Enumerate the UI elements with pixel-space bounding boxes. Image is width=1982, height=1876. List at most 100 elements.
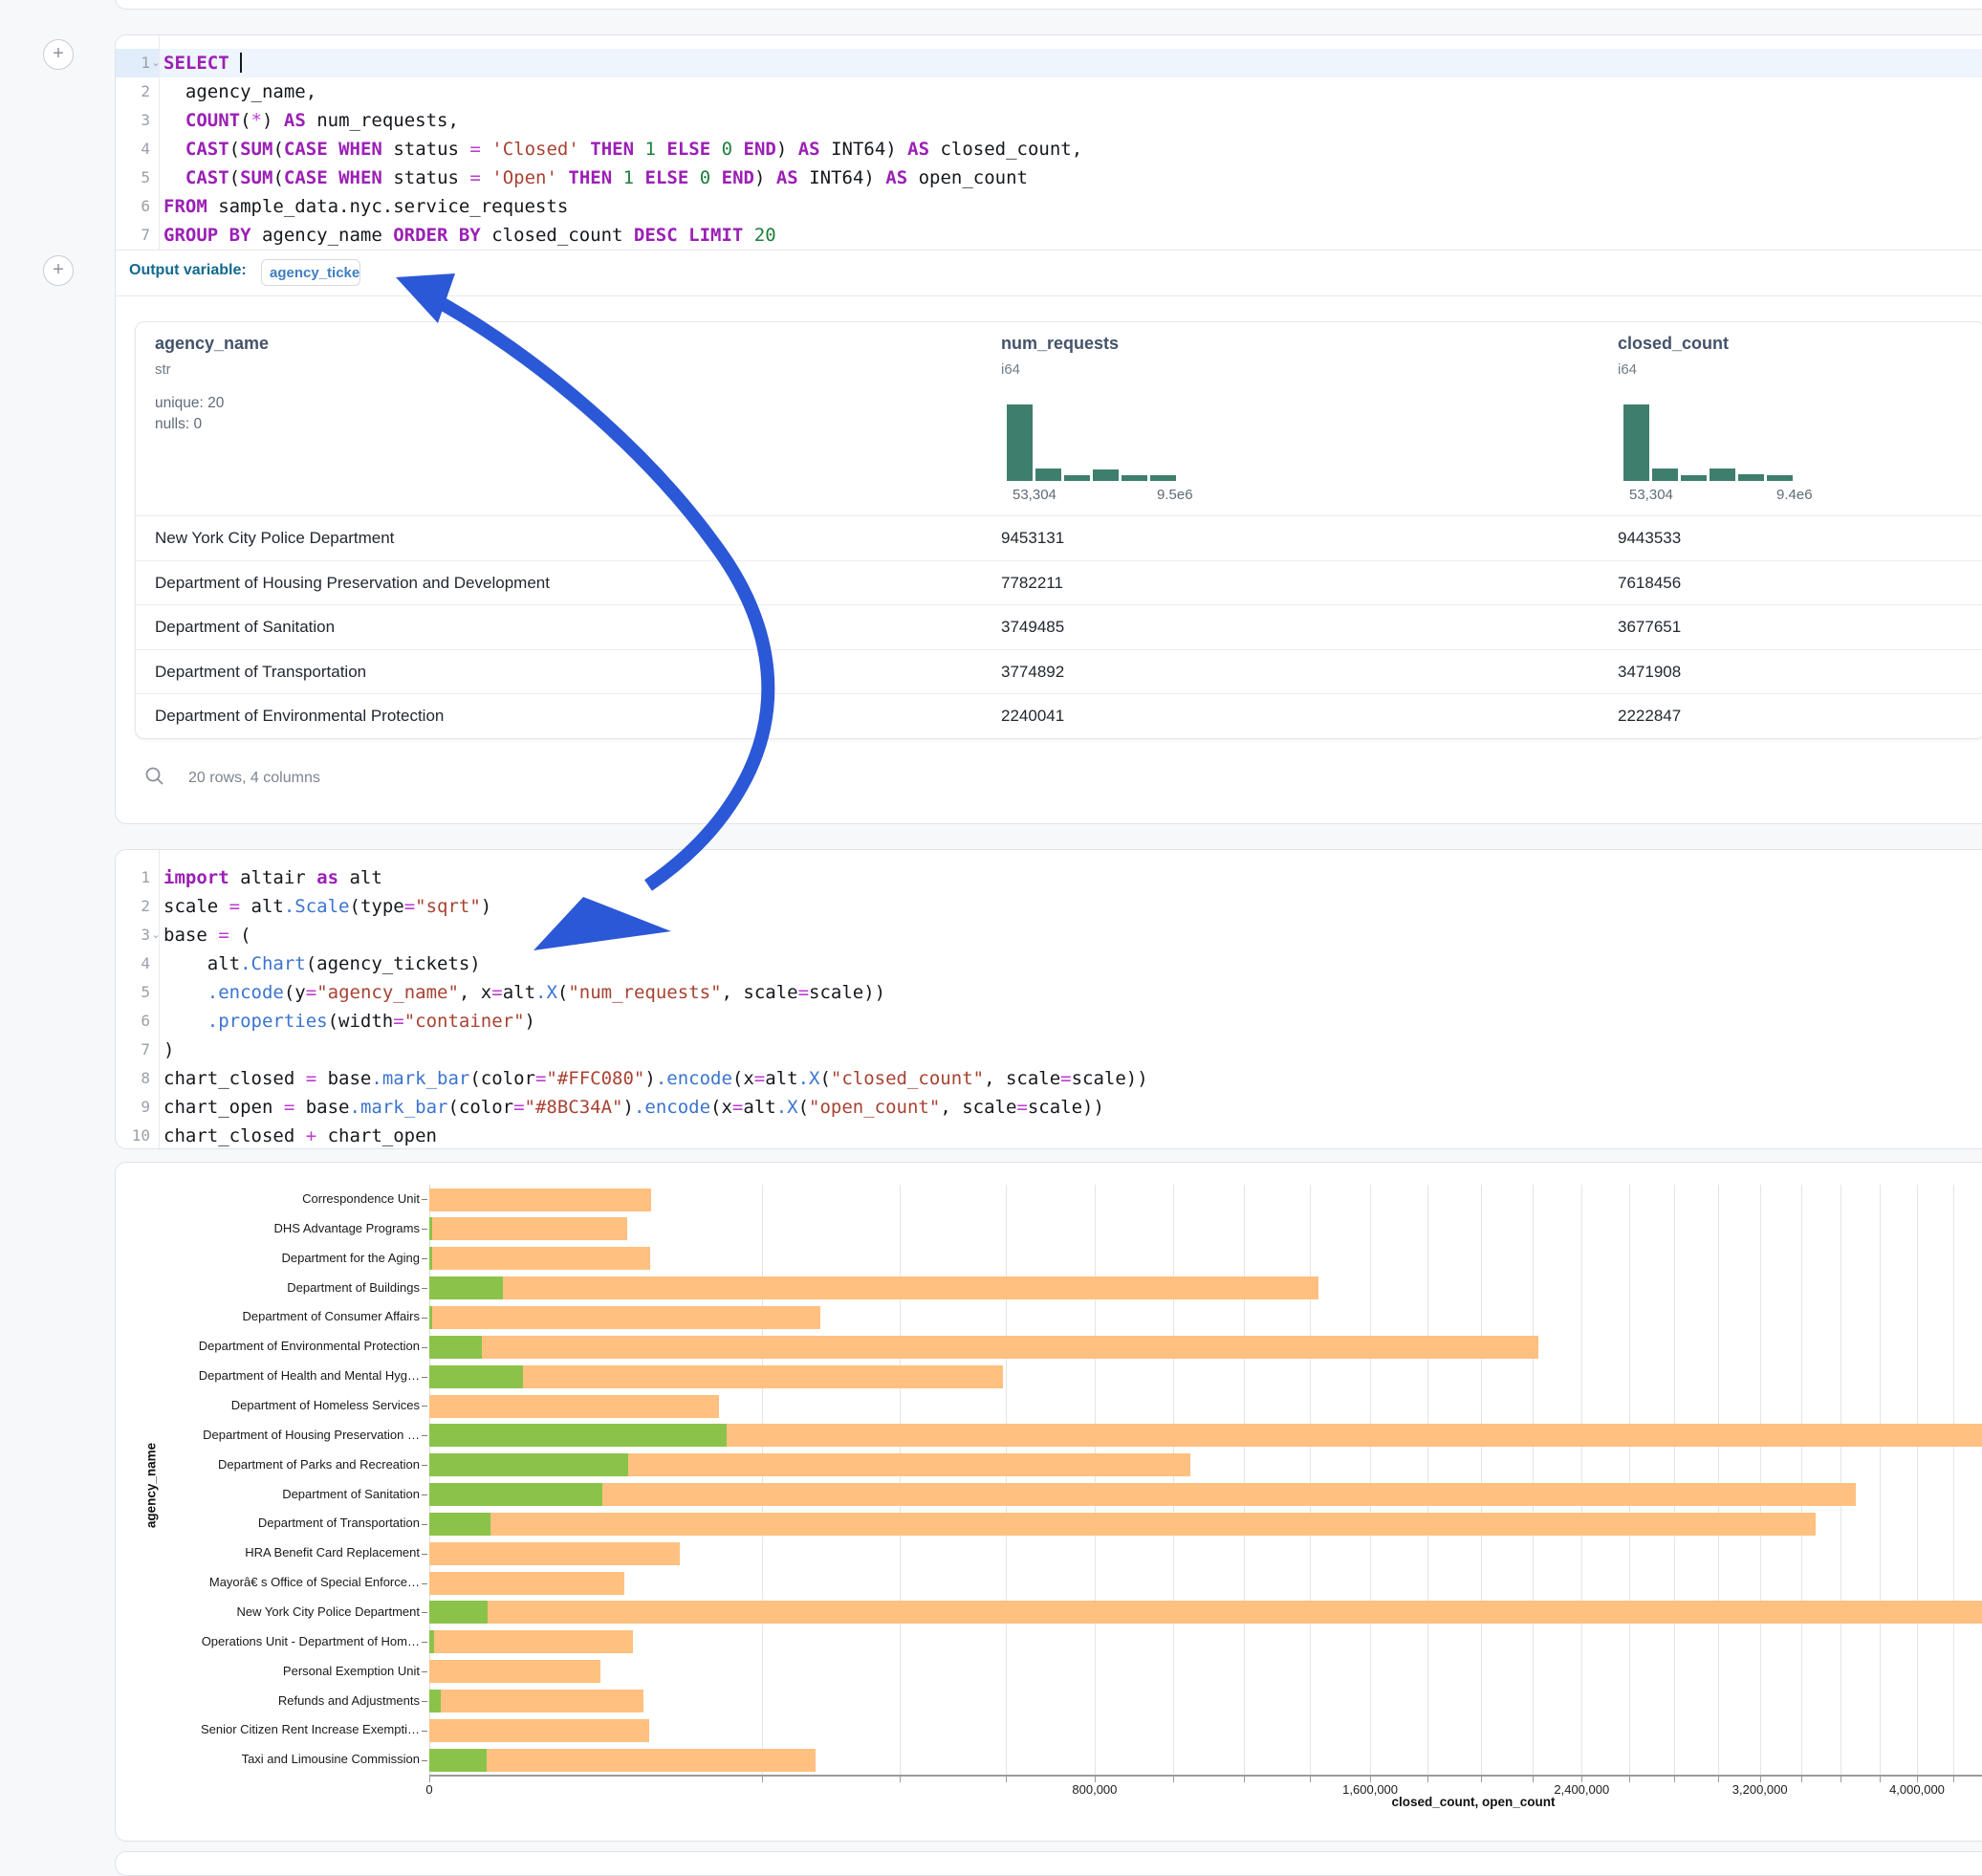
code-token: , scale	[984, 1068, 1060, 1089]
bar-chart-plot-area	[429, 1185, 1982, 1775]
code-token: (	[557, 982, 568, 1003]
code-line-row: 5 .encode(y="agency_name", x=alt.X("num_…	[116, 978, 1982, 1007]
gridline	[1581, 1185, 1582, 1775]
code-token	[328, 139, 338, 160]
search-icon[interactable]	[144, 766, 165, 787]
y-axis-tick	[422, 1229, 427, 1230]
code-token: CASE	[284, 167, 328, 188]
line-number: 5	[116, 164, 150, 192]
bar-closed-count	[429, 1660, 600, 1683]
collapse-chevron-icon[interactable]: ⌄	[150, 49, 162, 77]
code-token: =	[535, 1068, 546, 1089]
code-token: ELSE	[645, 167, 689, 188]
collapse-chevron-icon[interactable]: ⌄	[150, 921, 162, 949]
code-token: open_count	[907, 167, 1028, 188]
gridline	[1481, 1185, 1482, 1775]
code-token	[163, 982, 207, 1003]
code-line: CAST(SUM(CASE WHEN status = 'Open' THEN …	[163, 164, 1982, 192]
code-line-row: 4 alt.Chart(agency_tickets)	[116, 949, 1982, 978]
table-cell: 7618456	[1618, 574, 1681, 593]
code-token: , scale	[940, 1097, 1016, 1118]
code-token: chart_closed	[163, 1125, 306, 1146]
code-token: (	[240, 110, 250, 131]
y-axis-label: Personal Exemption Unit	[116, 1664, 420, 1679]
add-cell-button-middle[interactable]: +	[43, 255, 74, 286]
histogram-min-label: 53,304	[1629, 487, 1673, 503]
code-token	[710, 167, 721, 188]
add-cell-button-top[interactable]: +	[43, 39, 74, 70]
y-axis-tick	[422, 1642, 427, 1643]
python-cell: 1import altair as alt2scale = alt.Scale(…	[115, 849, 1982, 1149]
python-code-editor[interactable]: 1import altair as alt2scale = alt.Scale(…	[116, 850, 1982, 1150]
code-token: altair	[229, 867, 317, 888]
code-token: =	[491, 982, 502, 1003]
code-line-row: 6 .properties(width="container")	[116, 1007, 1982, 1036]
code-token: CAST	[185, 167, 229, 188]
code-token	[579, 139, 590, 160]
chart-output-cell: Correspondence UnitDHS Advantage Program…	[115, 1162, 1982, 1842]
y-axis-tick	[422, 1701, 427, 1702]
line-number: 3	[116, 921, 150, 949]
table-cell: 3471908	[1618, 663, 1681, 682]
line-number: 5	[116, 978, 150, 1007]
code-line-row: 6FROM sample_data.nyc.service_requests	[116, 192, 1982, 221]
column-type: i64	[1001, 361, 1020, 378]
y-axis-tick	[422, 1494, 427, 1495]
code-line: import altair as alt	[163, 863, 1982, 892]
code-line: scale = alt.Scale(type="sqrt")	[163, 892, 1982, 921]
histogram-bar	[1738, 474, 1764, 481]
code-token: (	[272, 167, 283, 188]
code-token: as	[316, 867, 338, 888]
gridline	[1006, 1185, 1007, 1775]
code-token: =	[393, 1011, 403, 1032]
code-token	[612, 167, 622, 188]
bar-closed-count	[429, 1719, 649, 1742]
code-token: )	[525, 1011, 535, 1032]
code-token	[163, 139, 185, 160]
closed-count-histogram	[1623, 404, 1793, 481]
code-token: (y	[284, 982, 306, 1003]
y-axis-tick	[422, 1377, 427, 1378]
bar-closed-count	[429, 1217, 627, 1240]
code-token: )	[163, 1039, 174, 1060]
code-token: +	[306, 1125, 316, 1146]
x-axis-tick	[900, 1777, 901, 1782]
code-token: INT64)	[798, 167, 886, 188]
code-token: scale))	[1072, 1068, 1148, 1089]
x-axis-tick	[1674, 1777, 1675, 1782]
histogram-bar	[1652, 469, 1678, 481]
histogram-max-label: 9.4e6	[1776, 487, 1813, 503]
code-token: .encode	[656, 1068, 732, 1089]
code-token	[634, 139, 644, 160]
code-token: (agency_tickets)	[306, 953, 481, 974]
code-token: CASE	[284, 139, 328, 160]
x-axis-tick	[1310, 1777, 1311, 1782]
num-requests-histogram	[1007, 404, 1176, 481]
table-cell: 7782211	[1001, 574, 1063, 593]
code-token: LIMIT	[688, 225, 743, 246]
code-token: (	[798, 1097, 809, 1118]
code-line: chart_closed = base.mark_bar(color="#FFC…	[163, 1064, 1982, 1093]
bar-closed-count	[429, 1483, 1856, 1506]
y-axis-label: Department of Housing Preservation …	[116, 1428, 420, 1443]
histogram-bar	[1007, 404, 1033, 481]
sql-cell: 1⌄SELECT 2 agency_name,3 COUNT(*) AS num…	[115, 34, 1982, 824]
code-token: END	[722, 167, 754, 188]
output-variable-pill[interactable]: agency_tickets	[261, 259, 360, 286]
text-cursor	[240, 53, 242, 73]
gridline	[1095, 1185, 1096, 1775]
gridline	[1953, 1185, 1954, 1775]
code-token: THEN	[568, 167, 612, 188]
code-line: )	[163, 1036, 1982, 1064]
code-token: AS	[776, 167, 798, 188]
sql-code-editor[interactable]: 1⌄SELECT 2 agency_name,3 COUNT(*) AS num…	[116, 35, 1982, 250]
code-token: chart_open	[163, 1097, 284, 1118]
table-cell: Department of Sanitation	[155, 618, 335, 637]
code-token: .X	[776, 1097, 798, 1118]
column-nulls-stat: nulls: 0	[155, 416, 202, 433]
histogram-bar	[1122, 475, 1147, 481]
code-token: ELSE	[666, 139, 710, 160]
code-token: sample_data.nyc.service_requests	[207, 196, 569, 217]
y-axis-label: Operations Unit - Department of Hom…	[116, 1634, 420, 1649]
code-token: )	[644, 1068, 655, 1089]
